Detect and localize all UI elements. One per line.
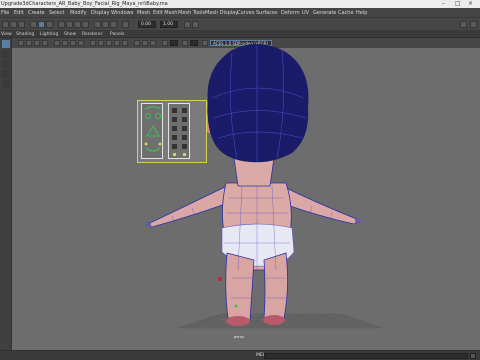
window-title: Upgrade3dCharacters_AR_Baby_Boy_Facial_R… bbox=[1, 1, 168, 7]
ipr-render-button[interactable] bbox=[102, 21, 109, 28]
new-scene-button[interactable] bbox=[2, 21, 9, 28]
render-settings-button[interactable] bbox=[110, 21, 117, 28]
open-scene-button[interactable] bbox=[10, 21, 17, 28]
menu-curves[interactable]: Curves bbox=[237, 10, 254, 16]
snap-view-button[interactable] bbox=[82, 21, 89, 28]
scale-tool-icon[interactable] bbox=[2, 80, 10, 88]
picker-face-controls-icon[interactable] bbox=[142, 104, 164, 160]
lights-button[interactable] bbox=[192, 21, 199, 28]
menu-create[interactable]: Create bbox=[28, 10, 45, 16]
value-field-2[interactable]: 1.00 bbox=[160, 21, 178, 28]
lasso-tool-icon[interactable] bbox=[2, 50, 10, 58]
panel-menu-lighting[interactable]: Lighting bbox=[40, 32, 58, 37]
select-object-button[interactable] bbox=[46, 21, 53, 28]
pivot-control bbox=[218, 277, 222, 281]
menu-surfaces[interactable]: Surfaces bbox=[256, 10, 278, 16]
menu-mesh-display[interactable]: Mesh Display bbox=[205, 10, 238, 16]
menu-help[interactable]: Help bbox=[356, 10, 367, 16]
panel-menu-renderer[interactable]: Renderer bbox=[82, 32, 103, 37]
menu-windows[interactable]: Windows bbox=[111, 10, 133, 16]
character-picker-panel[interactable] bbox=[137, 100, 207, 163]
menu-bar: File Edit Create Select Modify Display W… bbox=[0, 8, 480, 18]
snap-grid-button[interactable] bbox=[58, 21, 65, 28]
menu-display[interactable]: Display bbox=[91, 10, 109, 16]
hypershade-button[interactable] bbox=[122, 21, 129, 28]
menu-deform[interactable]: Deform bbox=[281, 10, 300, 16]
panel-menu-show[interactable]: Show bbox=[64, 32, 76, 37]
toolbox bbox=[0, 38, 12, 350]
command-input[interactable] bbox=[264, 353, 468, 359]
minimize-icon[interactable]: – bbox=[442, 1, 445, 7]
menu-cache[interactable]: Cache bbox=[338, 10, 354, 16]
value-field-1[interactable]: 0.00 bbox=[138, 21, 156, 28]
viewport-persp[interactable]: ACES 1.0 SDR-video (sRGB) persp bbox=[12, 38, 480, 350]
command-line: MEL bbox=[0, 350, 480, 360]
menu-edit[interactable]: Edit bbox=[14, 10, 24, 16]
menu-select[interactable]: Select bbox=[49, 10, 64, 16]
menu-uv[interactable]: UV bbox=[302, 10, 309, 16]
title-bar: Upgrade3dCharacters_AR_Baby_Boy_Facial_R… bbox=[0, 0, 480, 8]
status-line: 0.00 1.00 bbox=[0, 18, 480, 31]
panel-menu-view[interactable]: View bbox=[1, 32, 12, 37]
menu-mesh-tools[interactable]: Mesh Tools bbox=[178, 10, 205, 16]
script-editor-icon[interactable] bbox=[470, 353, 476, 359]
sidebar-toggle-button[interactable] bbox=[460, 21, 467, 28]
camera-button[interactable] bbox=[184, 21, 191, 28]
snap-point-button[interactable] bbox=[74, 21, 81, 28]
close-icon[interactable]: × bbox=[468, 1, 473, 7]
viewport-scene bbox=[144, 44, 383, 329]
camera-label: persp bbox=[234, 335, 244, 339]
picker-face-section bbox=[141, 103, 163, 159]
character-hair bbox=[207, 44, 309, 163]
picker-body-section bbox=[168, 103, 190, 159]
select-tool-icon[interactable] bbox=[2, 40, 10, 48]
rotate-tool-icon[interactable] bbox=[2, 70, 10, 78]
panel-menu-panels[interactable]: Panels bbox=[110, 32, 124, 37]
menu-file[interactable]: File bbox=[1, 10, 9, 16]
attribute-editor-button[interactable] bbox=[470, 21, 477, 28]
maximize-icon[interactable]: □ bbox=[455, 1, 461, 7]
picker-body-controls-icon[interactable] bbox=[169, 104, 191, 160]
menu-modify[interactable]: Modify bbox=[70, 10, 87, 16]
snap-curve-button[interactable] bbox=[66, 21, 73, 28]
panel-menu-bar: View Shading Lighting Show Renderer Pane… bbox=[0, 31, 480, 38]
save-scene-button[interactable] bbox=[18, 21, 25, 28]
menu-generate[interactable]: Generate bbox=[313, 10, 336, 16]
move-tool-icon[interactable] bbox=[2, 60, 10, 68]
menu-mesh[interactable]: Mesh bbox=[137, 10, 150, 16]
menu-edit-mesh[interactable]: Edit Mesh bbox=[153, 10, 177, 16]
undo-button[interactable] bbox=[30, 21, 37, 28]
panel-menu-shading[interactable]: Shading bbox=[16, 32, 34, 37]
select-hierarchy-button[interactable] bbox=[38, 21, 45, 28]
render-button[interactable] bbox=[94, 21, 101, 28]
